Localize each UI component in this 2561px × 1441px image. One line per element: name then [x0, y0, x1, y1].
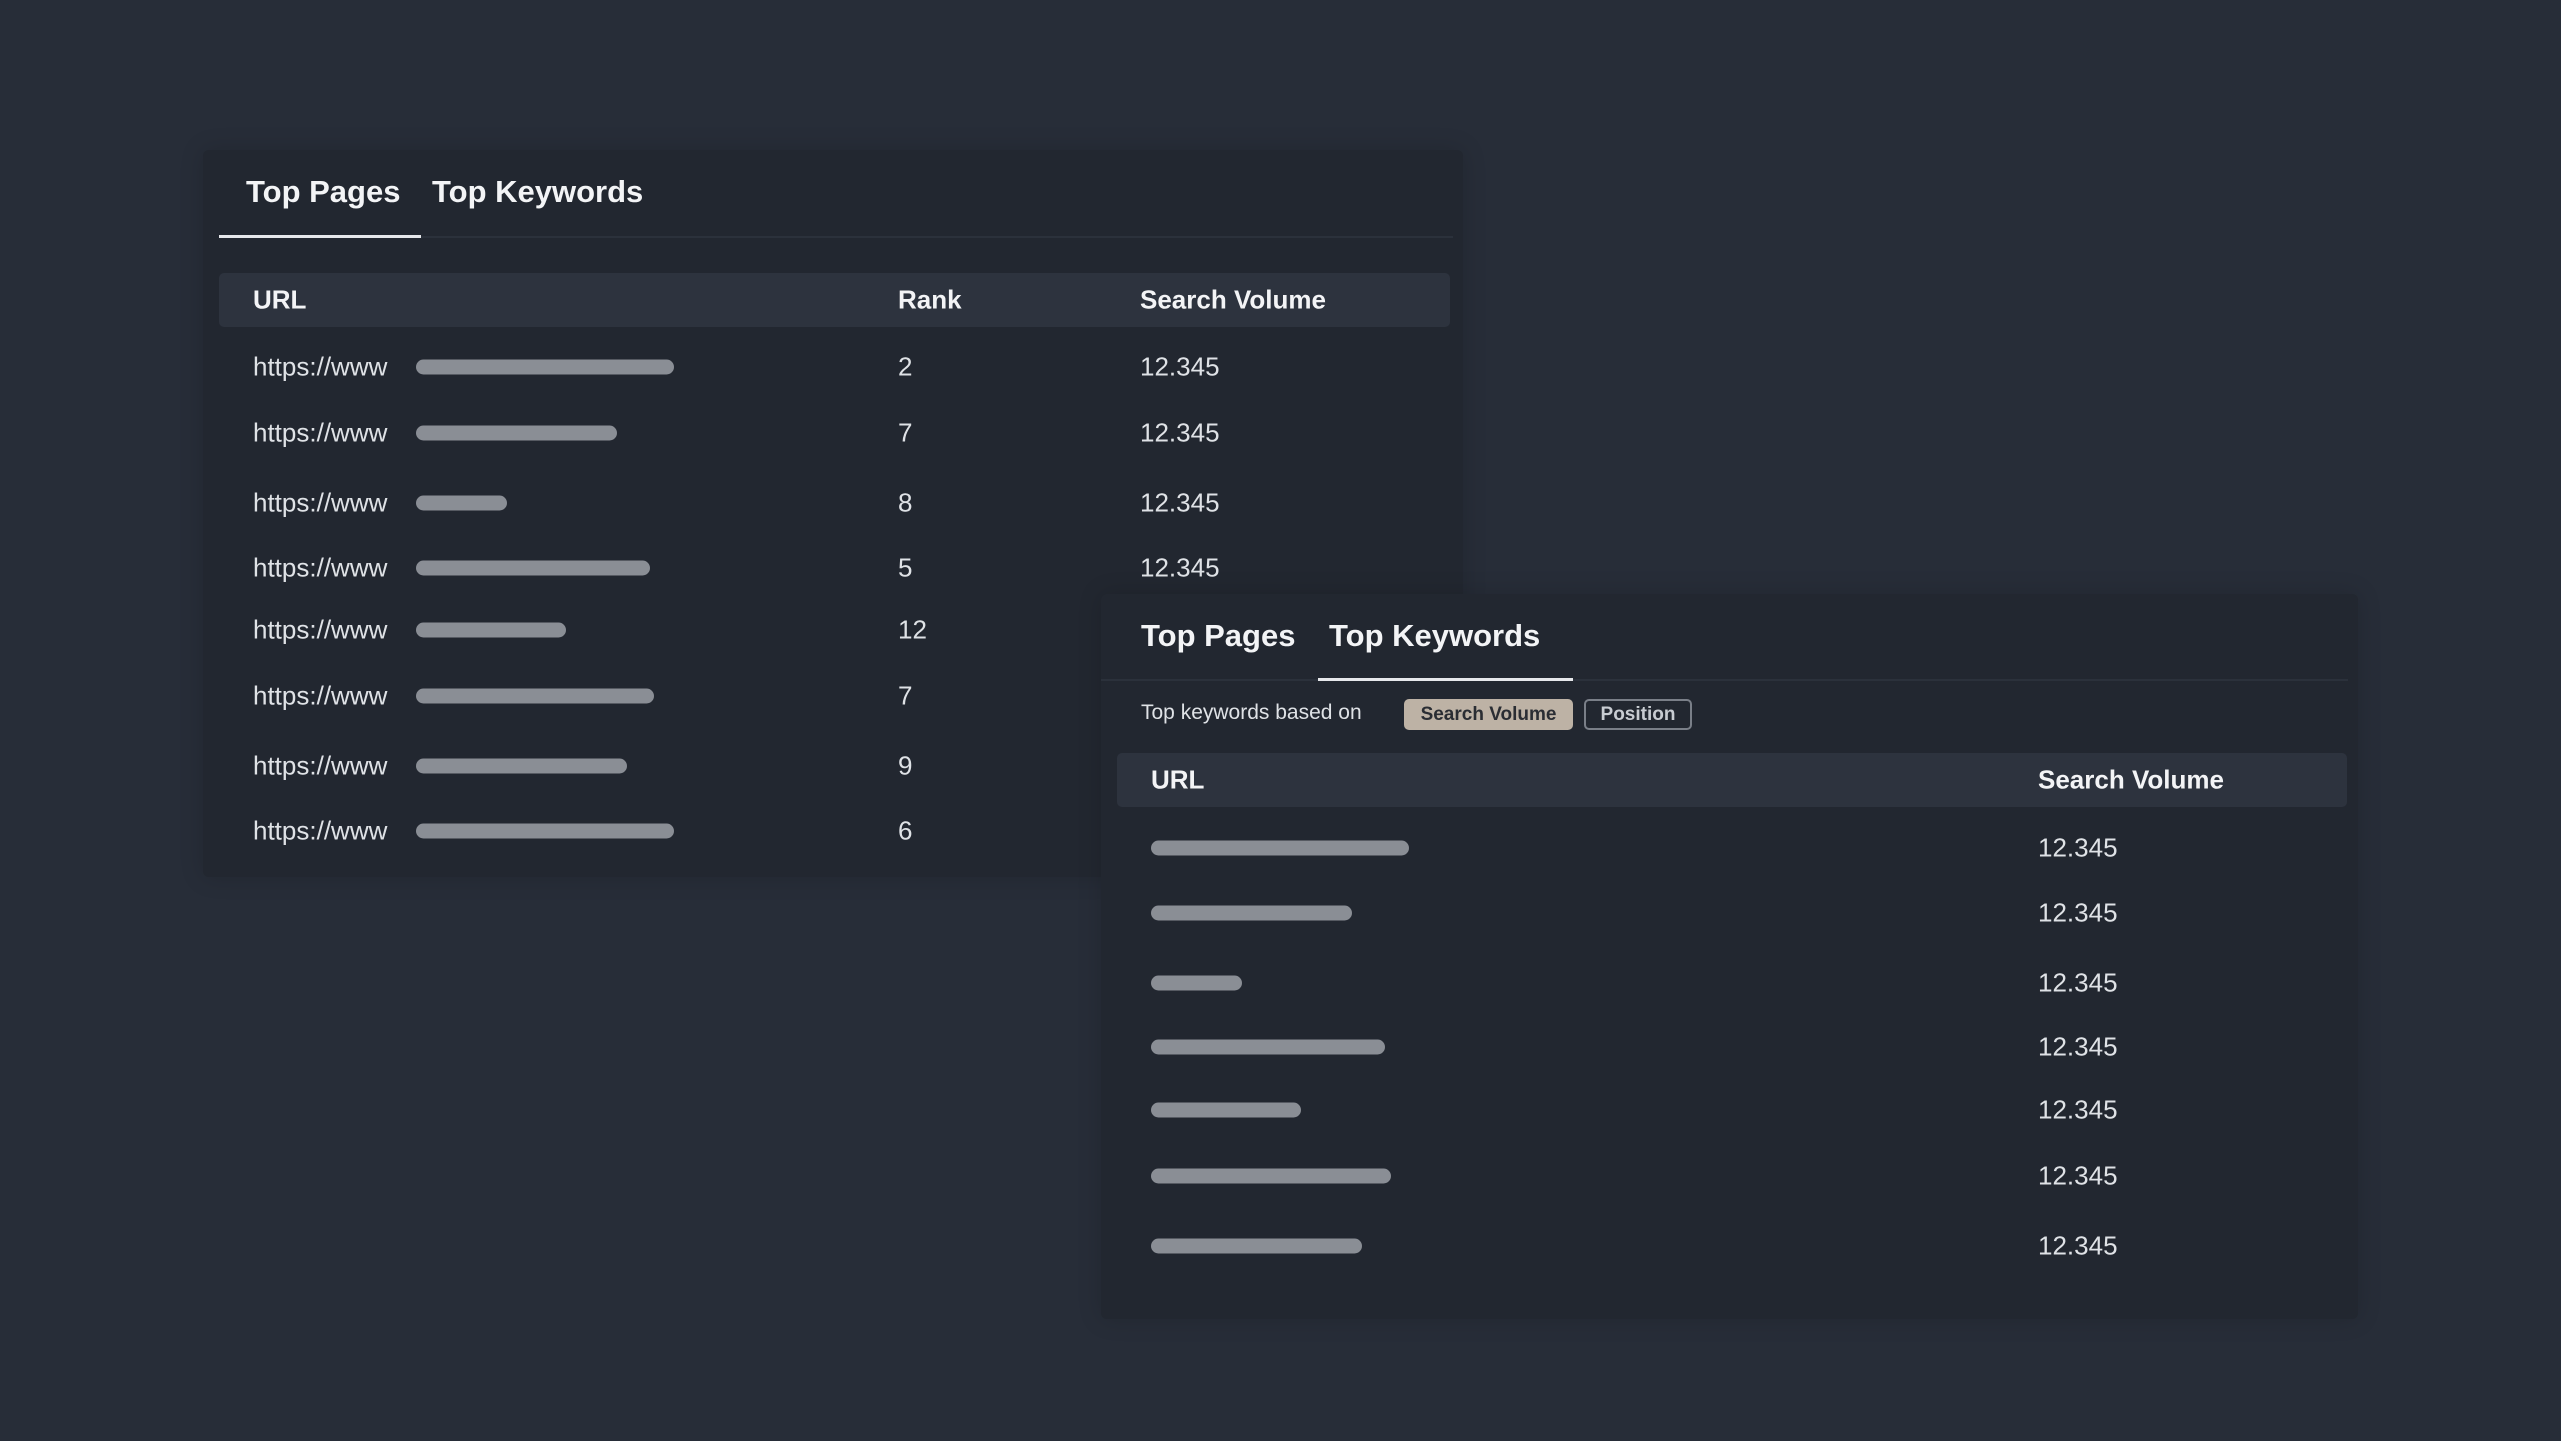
tab-top-pages[interactable]: Top Pages [1141, 618, 1295, 654]
search-volume-cell: 12.345 [2038, 1160, 2118, 1191]
table-row[interactable]: 12.345 [1101, 893, 2358, 933]
filter-label: Top keywords based on [1141, 701, 1362, 724]
tabs-divider [1101, 679, 2348, 681]
url-skeleton-bar [416, 495, 507, 511]
search-volume-cell: 12.345 [2038, 832, 2118, 863]
active-tab-indicator [1318, 678, 1573, 681]
position-toggle[interactable]: Position [1584, 699, 1692, 730]
url-cell[interactable]: https://www [253, 418, 387, 449]
top-keywords-panel: Top Pages Top Keywords Top keywords base… [1101, 594, 2358, 1319]
search-volume-cell: 12.345 [1140, 351, 1220, 382]
url-cell[interactable]: https://www [253, 553, 387, 584]
table-header: URL Search Volume [1117, 753, 2347, 807]
tab-top-keywords[interactable]: Top Keywords [432, 174, 643, 210]
search-volume-cell: 12.345 [2038, 967, 2118, 998]
column-header-url[interactable]: URL [253, 285, 306, 316]
search-volume-cell: 12.345 [2038, 1230, 2118, 1261]
search-volume-cell: 12.345 [2038, 1094, 2118, 1125]
rank-cell: 5 [898, 552, 913, 583]
keyword-skeleton-bar [1151, 1168, 1391, 1184]
table-row[interactable]: 12.345 [1101, 1226, 2358, 1266]
keyword-skeleton-bar [1151, 1238, 1362, 1254]
column-header-url[interactable]: URL [1151, 765, 1204, 796]
table-row[interactable]: 12.345 [1101, 1027, 2358, 1067]
table-row[interactable]: 12.345 [1101, 1090, 2358, 1130]
tab-top-pages[interactable]: Top Pages [246, 174, 400, 210]
keyword-skeleton-bar [1151, 1102, 1301, 1118]
active-tab-indicator [219, 235, 421, 238]
url-cell[interactable]: https://www [253, 751, 387, 782]
search-volume-cell: 12.345 [1140, 552, 1220, 583]
search-volume-cell: 12.345 [2038, 1031, 2118, 1062]
rank-cell: 8 [898, 487, 913, 518]
url-cell[interactable]: https://www [253, 816, 387, 847]
search-volume-cell: 12.345 [1140, 487, 1220, 518]
rank-cell: 6 [898, 815, 913, 846]
url-skeleton-bar [416, 359, 674, 375]
keyword-skeleton-bar [1151, 840, 1409, 856]
tab-top-keywords[interactable]: Top Keywords [1329, 618, 1540, 654]
search-volume-cell: 12.345 [1140, 417, 1220, 448]
column-header-search-volume[interactable]: Search Volume [1140, 285, 1326, 316]
table-row[interactable]: 12.345 [1101, 1156, 2358, 1196]
url-skeleton-bar [416, 823, 674, 839]
table-row[interactable]: 12.345 [1101, 963, 2358, 1003]
table-row[interactable]: 12.345 [1101, 828, 2358, 868]
rank-cell: 2 [898, 351, 913, 382]
rank-cell: 7 [898, 417, 913, 448]
url-skeleton-bar [416, 622, 566, 638]
url-skeleton-bar [416, 560, 650, 576]
url-skeleton-bar [416, 688, 654, 704]
rank-cell: 9 [898, 750, 913, 781]
table-row[interactable]: https://www 2 12.345 [203, 347, 1463, 387]
column-header-search-volume[interactable]: Search Volume [2038, 765, 2224, 796]
rank-cell: 12 [898, 614, 927, 645]
url-cell[interactable]: https://www [253, 352, 387, 383]
table-row[interactable]: https://www 5 12.345 [203, 548, 1463, 588]
search-volume-cell: 12.345 [2038, 897, 2118, 928]
keyword-skeleton-bar [1151, 1039, 1385, 1055]
url-skeleton-bar [416, 758, 627, 774]
keyword-skeleton-bar [1151, 905, 1352, 921]
url-cell[interactable]: https://www [253, 615, 387, 646]
keyword-skeleton-bar [1151, 975, 1242, 991]
rank-cell: 7 [898, 680, 913, 711]
url-cell[interactable]: https://www [253, 681, 387, 712]
url-skeleton-bar [416, 425, 617, 441]
table-row[interactable]: https://www 7 12.345 [203, 413, 1463, 453]
table-header: URL Rank Search Volume [219, 273, 1450, 327]
table-row[interactable]: https://www 8 12.345 [203, 483, 1463, 523]
search-volume-toggle[interactable]: Search Volume [1404, 699, 1573, 730]
url-cell[interactable]: https://www [253, 488, 387, 519]
column-header-rank[interactable]: Rank [898, 285, 962, 316]
